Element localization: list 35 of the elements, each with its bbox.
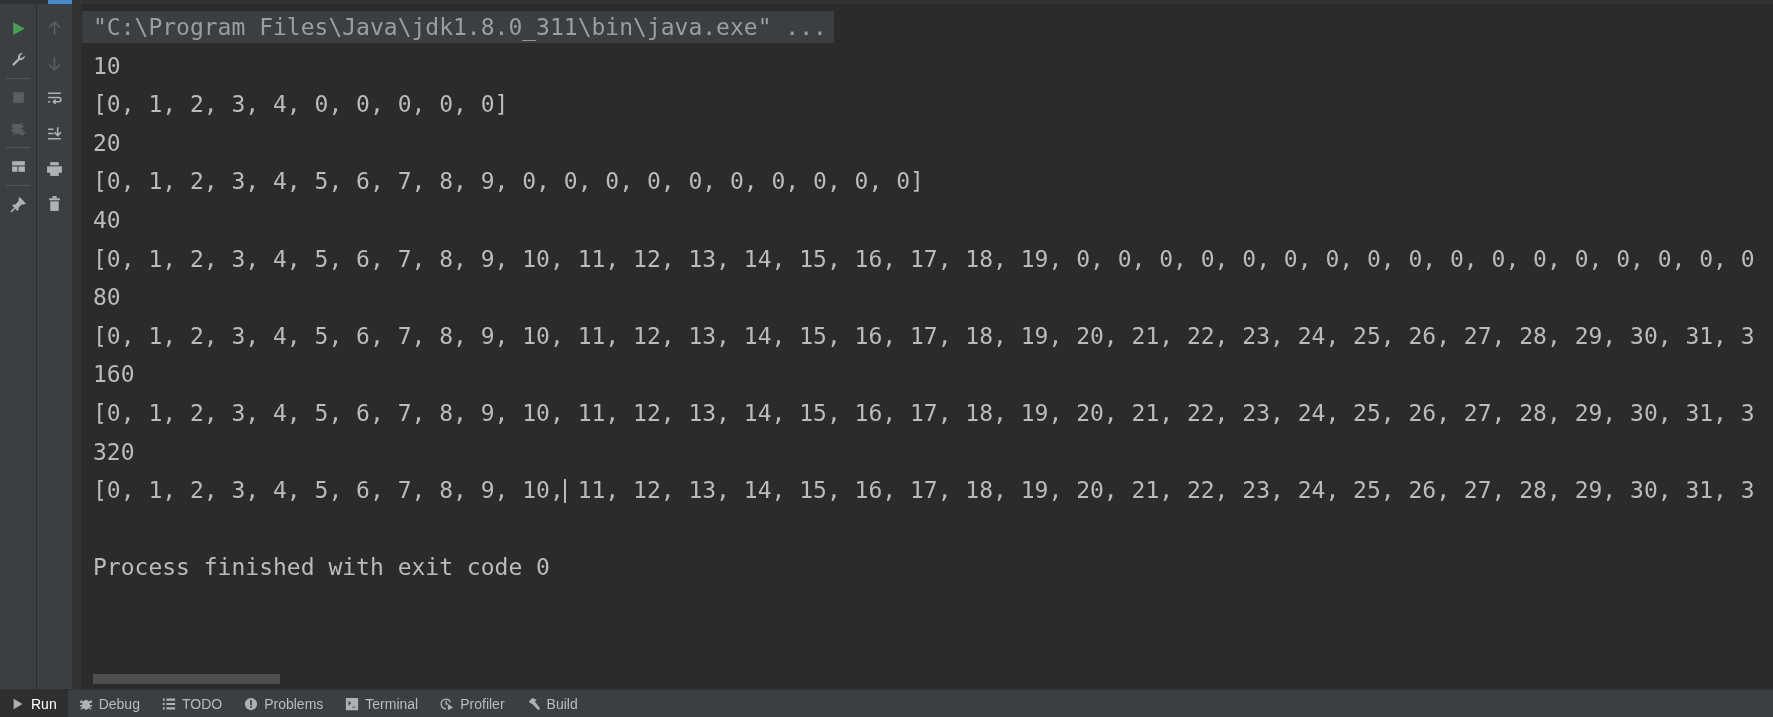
profiler-icon	[440, 696, 455, 711]
hammer-icon	[526, 696, 541, 711]
tool-window-tab[interactable]: Run	[0, 690, 68, 717]
wrench-icon[interactable]	[9, 51, 27, 68]
output-line: [0, 1, 2, 3, 4, 5, 6, 7, 8, 9, 10, 11, 12, 13, 14, 15, 16, 17, 18, 19, 20, 21, 22, 23, 24, 25, 26, 27, 28, 29, 30, 31, 3	[92, 399, 1755, 426]
terminal-icon	[345, 696, 360, 711]
tool-window-tab[interactable]: TODO	[150, 690, 234, 717]
tool-window-tab[interactable]: Debug	[67, 690, 151, 717]
output-line: 80	[92, 284, 121, 311]
output-line: Process finished with exit code 0	[92, 554, 550, 581]
output-line: [0, 1, 2, 3, 4, 0, 0, 0, 0, 0]	[92, 91, 509, 118]
layout-icon[interactable]	[9, 158, 27, 175]
tool-window-tab[interactable]: Terminal	[334, 690, 430, 717]
output-line: 320	[92, 438, 135, 465]
tool-window-tab[interactable]: Build	[515, 690, 589, 717]
horizontal-scrollbar[interactable]	[93, 674, 280, 684]
tool-window-tab[interactable]: Profiler	[429, 690, 516, 717]
output-line: 40	[92, 206, 121, 233]
output-line: [0, 1, 2, 3, 4, 5, 6, 7, 8, 9, 10, 11, 12, 13, 14, 15, 16, 17, 18, 19, 20, 21, 22, 23, 24, 25, 26, 27, 28, 29, 30, 31, 3	[92, 322, 1755, 349]
pin-icon[interactable]	[9, 196, 27, 213]
active-tab-indicator	[48, 0, 72, 4]
tool-window-tab[interactable]: Problems	[233, 690, 335, 717]
output-line: [0, 1, 2, 3, 4, 5, 6, 7, 8, 9, 10, 11, 12, 13, 14, 15, 16, 17, 18, 19, 0, 0, 0, 0, 0, 0, 0, 0, 0, 0, 0, 0, 0, 0, 0, 0, 0	[92, 245, 1755, 272]
run-icon	[11, 696, 25, 711]
exclamation-icon	[244, 696, 259, 711]
soft-wrap-icon[interactable]	[46, 90, 63, 107]
output-line: 20	[92, 129, 121, 156]
list-icon	[161, 696, 176, 711]
trash-icon[interactable]	[46, 195, 63, 212]
scroll-to-end-icon[interactable]	[46, 125, 63, 142]
output-line: 160	[92, 361, 135, 388]
output-line: 10	[92, 52, 121, 79]
output-line: [0, 1, 2, 3, 4, 5, 6, 7, 8, 9, 10, 11, 12, 13, 14, 15, 16, 17, 18, 19, 20, 21, 22, 23, 24, 25, 26, 27, 28, 29, 30, 31, 3	[92, 477, 1755, 504]
printer-icon[interactable]	[46, 160, 63, 177]
output-line: [0, 1, 2, 3, 4, 5, 6, 7, 8, 9, 0, 0, 0, 0, 0, 0, 0, 0, 0, 0]	[92, 168, 924, 195]
